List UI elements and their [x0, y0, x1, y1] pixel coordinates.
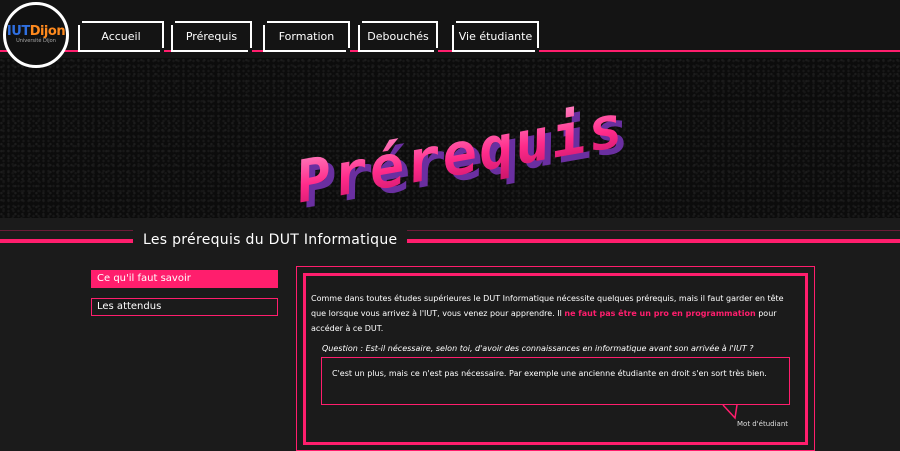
- banner-title: Prérequis Prérequis: [291, 92, 636, 218]
- nav-prerequis[interactable]: Prérequis: [171, 21, 252, 52]
- sidebar-item-ce-quil-faut-savoir[interactable]: Ce qu'il faut savoir: [91, 270, 278, 288]
- nav-formation[interactable]: Formation: [263, 21, 350, 52]
- iut-dijon-logo[interactable]: IUTDijon Université Dijon: [3, 2, 69, 68]
- intro-paragraph: Comme dans toutes études supérieures le …: [311, 294, 784, 333]
- question-text: Question : Est-il nécessaire, selon toi,…: [322, 344, 754, 353]
- sidebar-item-les-attendus[interactable]: Les attendus: [91, 298, 278, 316]
- hero-banner: Prérequis Prérequis: [0, 58, 900, 218]
- nav-debouches[interactable]: Debouchés: [358, 21, 438, 52]
- answer-text: C'est un plus, mais ce n'est pas nécessa…: [332, 369, 767, 378]
- nav-vie-etudiante[interactable]: Vie étudiante: [452, 21, 539, 52]
- nav-accueil[interactable]: Accueil: [78, 21, 164, 52]
- logo-subtitle: Université Dijon: [16, 38, 56, 44]
- section-title: Les prérequis du DUT Informatique: [133, 228, 408, 254]
- logo-text: IUTDijon: [6, 24, 66, 39]
- banner-title-text: Prérequis: [291, 92, 630, 217]
- student-signature: Mot d'étudiant: [737, 420, 789, 428]
- section-header: Les prérequis du DUT Informatique: [0, 228, 900, 254]
- highlight-text: ne faut pas être un pro en programmation: [564, 309, 756, 318]
- speech-bubble-tail-icon: [722, 404, 738, 420]
- answer-bubble: C'est un plus, mais ce n'est pas nécessa…: [321, 357, 790, 405]
